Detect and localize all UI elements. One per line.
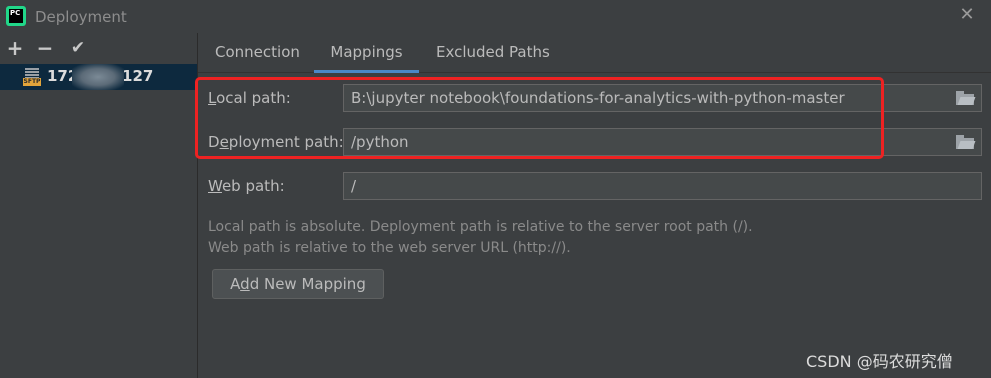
remove-server-button[interactable]: − <box>34 35 56 61</box>
pycharm-app-icon: PC <box>6 6 26 26</box>
web-path-label: Web path: <box>208 177 285 195</box>
tab-connection[interactable]: Connection <box>215 33 300 72</box>
settings-tabs: Connection Mappings Excluded Paths <box>198 33 991 73</box>
tab-mappings[interactable]: Mappings <box>314 33 419 73</box>
web-path-field[interactable] <box>343 172 982 200</box>
server-panel: + − ✔ SFTP 172.127 <box>0 33 198 378</box>
server-item[interactable]: SFTP 172.127 <box>0 64 197 90</box>
add-server-button[interactable]: + <box>4 35 26 61</box>
add-new-mapping-button[interactable]: Add New Mapping <box>212 269 384 299</box>
browse-folder-icon[interactable] <box>956 135 976 149</box>
tab-excluded-paths[interactable]: Excluded Paths <box>436 33 550 72</box>
browse-folder-icon[interactable] <box>956 91 976 105</box>
web-path-input[interactable] <box>344 173 958 199</box>
title-bar: PC Deployment ✕ <box>0 0 991 33</box>
close-icon[interactable]: ✕ <box>957 5 977 25</box>
redaction-blur <box>72 64 124 90</box>
watermark: CSDN @码农研究僧 <box>806 352 953 371</box>
highlight-annotation <box>195 77 884 159</box>
sftp-server-icon: SFTP <box>23 68 41 86</box>
hint-web-path: Web path is relative to the web server U… <box>208 240 571 256</box>
window-title: Deployment <box>35 8 127 26</box>
server-list: SFTP 172.127 <box>0 64 197 378</box>
apply-check-button[interactable]: ✔ <box>67 35 89 61</box>
hint-local-path: Local path is absolute. Deployment path … <box>208 219 753 235</box>
